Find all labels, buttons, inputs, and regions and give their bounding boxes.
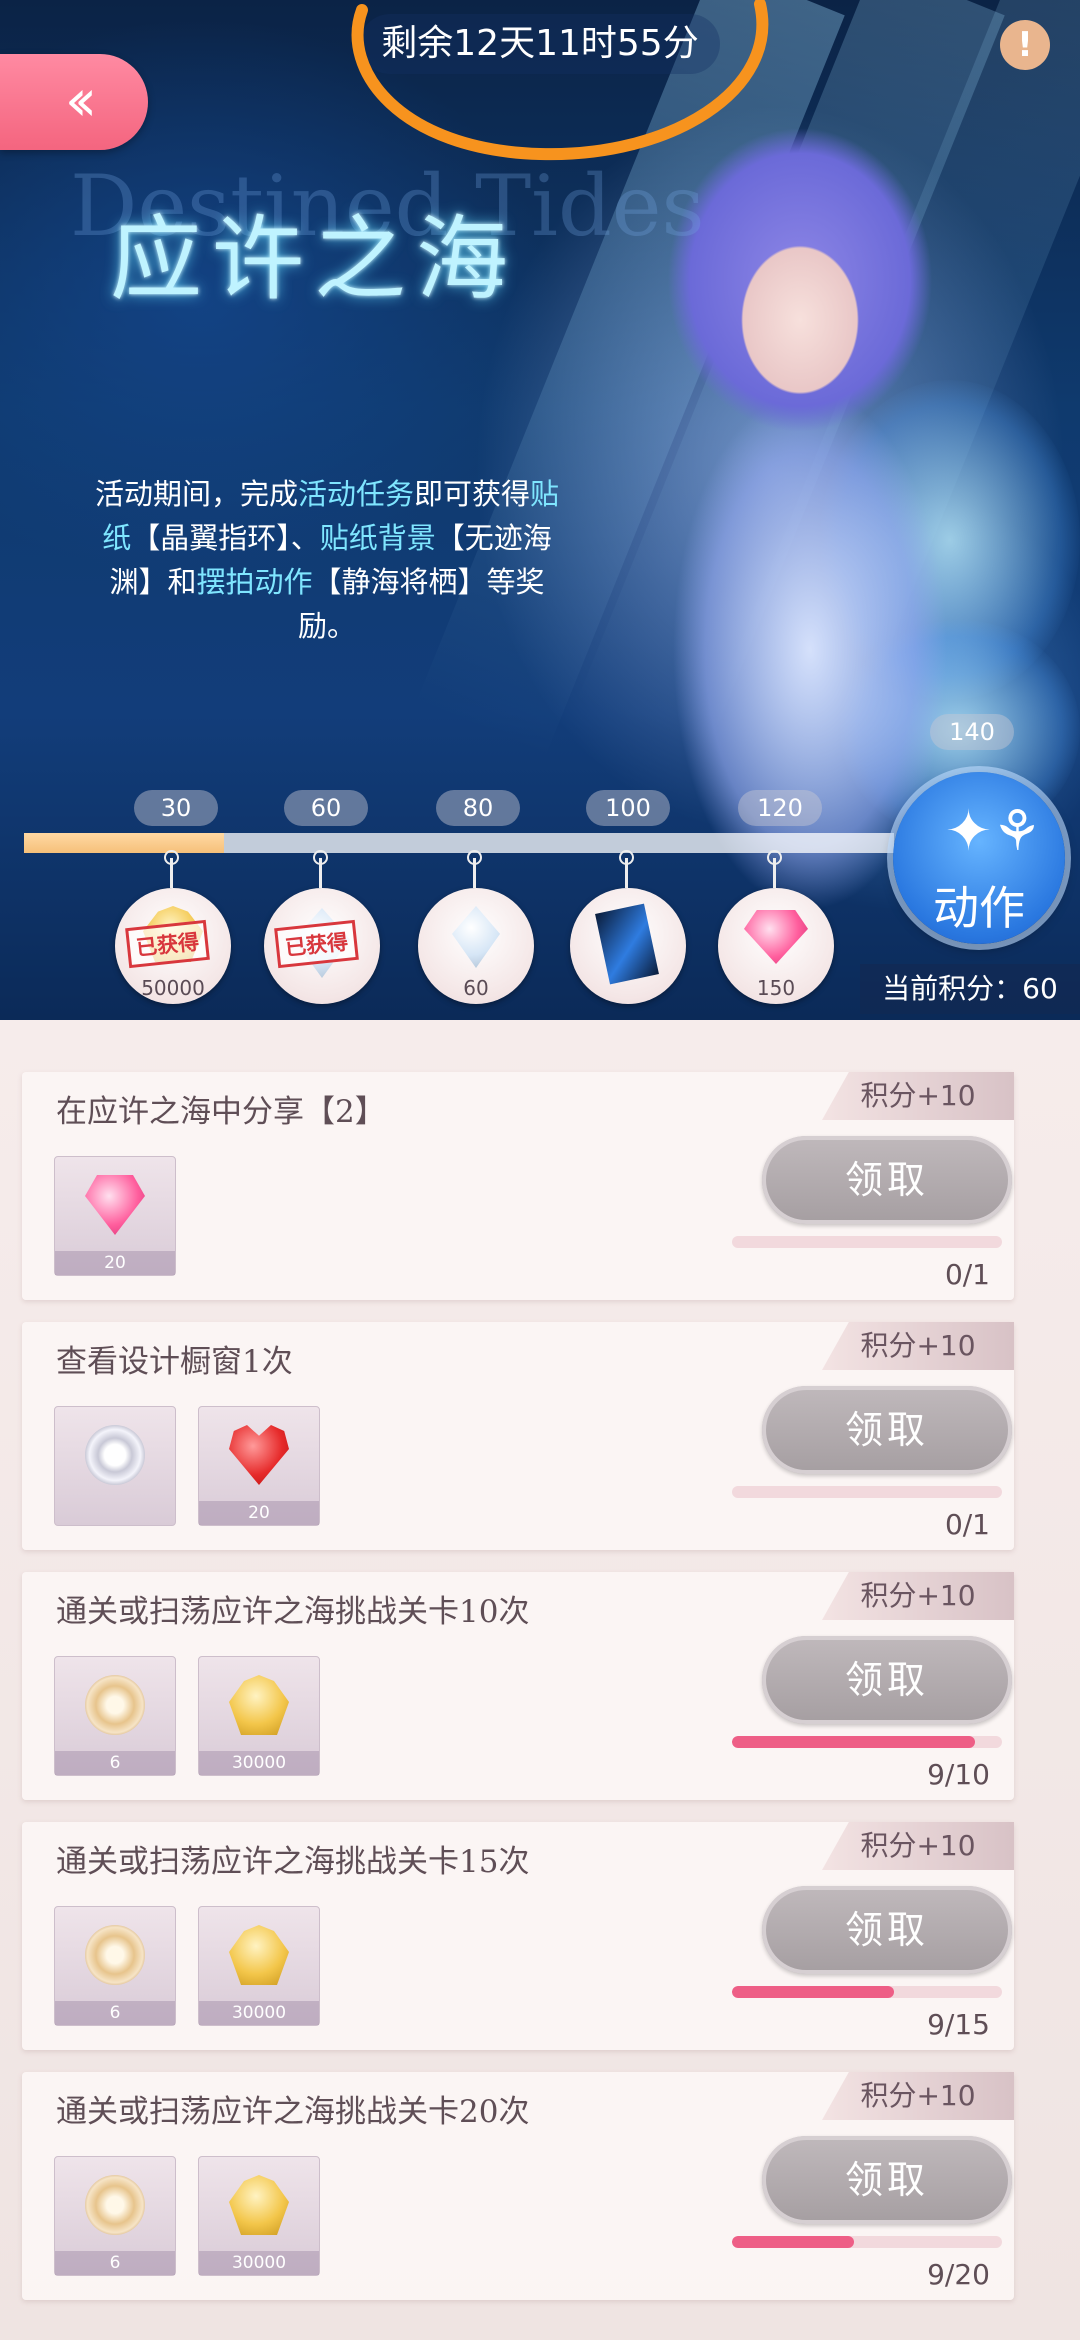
milestone-reward[interactable]: 已获得 50000 [115,850,231,1004]
milestone-score: 30 [134,790,218,826]
milestone-score: 120 [738,790,822,826]
gold-coin-gem-icon [229,1925,289,1985]
task-points-tag: 积分+10 [822,1572,1014,1620]
task-progress-bar [732,2236,1002,2248]
claim-button[interactable]: 领取 [762,1386,1012,1474]
task-progress-bar [732,1736,1002,1748]
double-chevron-left-icon: ‹‹ [64,66,98,134]
event-title-chinese: 应许之海 [110,206,519,313]
item-quantity: 20 [55,1251,175,1275]
milestone-score: 140 [930,714,1014,750]
reward-quantity: 60 [463,976,489,1000]
gold-flower-icon [85,2175,145,2235]
task-progress-fill [732,1736,975,1748]
task-card: 通关或扫荡应许之海挑战关卡20次 积分+10 6 30000 领取 9/20 [22,2072,1014,2300]
task-reward-item[interactable]: 6 [54,2156,176,2276]
task-card: 查看设计橱窗1次 积分+10 20 领取 0/1 [22,1322,1014,1550]
task-reward-item[interactable]: 6 [54,1656,176,1776]
dance-action-label: 动作 [933,881,1025,935]
task-reward-item[interactable]: 30000 [198,2156,320,2276]
white-diamond-icon [452,906,500,968]
reward-quantity: 150 [756,976,796,1000]
task-progress-count: 9/15 [927,2008,990,2041]
task-progress-bar [732,1486,1002,1498]
pink-gem-icon [85,1175,145,1235]
exclamation-icon[interactable]: ! [1000,20,1050,70]
item-quantity: 30000 [199,2001,319,2025]
event-description: 活动期间，完成活动任务即可获得贴纸【晶翼指环】、贴纸背景【无迹海渊】和摆拍动作【… [94,477,560,643]
task-card: 通关或扫荡应许之海挑战关卡10次 积分+10 6 30000 领取 9/10 [22,1572,1014,1800]
claim-button[interactable]: 领取 [762,1136,1012,1224]
item-quantity: 30000 [199,1751,319,1775]
task-reward-item[interactable]: 30000 [198,1656,320,1776]
orange-scribble-annotation [351,0,769,161]
silver-ring-icon [85,1425,145,1485]
item-quantity: 20 [199,1501,319,1525]
task-progress-fill [732,2236,854,2248]
event-banner: Destined Tides 应许之海 活动期间，完成活动任务即可获得贴纸【晶翼… [0,0,1080,1020]
milestone-reward[interactable]: 150 [718,850,834,1004]
task-reward-item[interactable]: 20 [198,1406,320,1526]
task-list: 在应许之海中分享【2】 积分+10 20 领取 0/1 查看设计橱窗1次 积分+… [0,1020,1080,2340]
event-points-progress-fill [24,833,225,853]
task-points-tag: 积分+10 [822,1822,1014,1870]
milestone-score: 60 [284,790,368,826]
item-quantity: 6 [55,1751,175,1775]
blue-card-icon [595,903,659,985]
red-heart-gem-icon [229,1425,289,1485]
task-title: 通关或扫荡应许之海挑战关卡20次 [56,2094,530,2130]
task-title: 查看设计橱窗1次 [56,1344,293,1380]
milestone-reward[interactable]: 60 [418,850,534,1004]
milestone-score: 80 [436,790,520,826]
task-reward-item[interactable]: 6 [54,1906,176,2026]
task-reward-item[interactable]: 20 [54,1156,176,1276]
reward-quantity: 50000 [141,976,205,1000]
item-quantity: 6 [55,2001,175,2025]
task-card: 通关或扫荡应许之海挑战关卡15次 积分+10 6 30000 领取 9/15 [22,1822,1014,2050]
task-points-tag: 积分+10 [822,1322,1014,1370]
task-reward-item[interactable] [54,1406,176,1526]
task-progress-count: 9/10 [927,1758,990,1791]
claimed-stamp: 已获得 [125,919,210,969]
gold-flower-icon [85,1925,145,1985]
gold-coin-gem-icon [229,1675,289,1735]
dancing-people-icon: ✦⚘ [945,799,1043,864]
task-progress-bar [732,1986,1002,1998]
task-card: 在应许之海中分享【2】 积分+10 20 领取 0/1 [22,1072,1014,1300]
task-reward-item[interactable]: 30000 [198,1906,320,2026]
task-progress-count: 0/1 [944,1508,990,1541]
task-title: 通关或扫荡应许之海挑战关卡15次 [56,1844,530,1880]
claimed-stamp: 已获得 [274,919,359,969]
milestone-reward[interactable]: 已获得 [264,850,380,1004]
item-quantity: 30000 [199,2251,319,2275]
milestone-score: 100 [586,790,670,826]
claim-button[interactable]: 领取 [762,1886,1012,1974]
task-points-tag: 积分+10 [822,1072,1014,1120]
claim-button[interactable]: 领取 [762,1636,1012,1724]
task-progress-bar [732,1236,1002,1248]
task-points-tag: 积分+10 [822,2072,1014,2120]
pink-gem-icon [744,910,808,964]
back-button[interactable]: ‹‹ [0,54,148,150]
milestone-reward[interactable] [570,850,686,1004]
item-quantity [55,1501,175,1525]
task-title: 通关或扫荡应许之海挑战关卡10次 [56,1594,530,1630]
task-progress-fill [732,1986,894,1998]
claim-button[interactable]: 领取 [762,2136,1012,2224]
event-points-progress-bar [24,833,894,853]
task-progress-count: 0/1 [944,1258,990,1291]
item-quantity: 6 [55,2251,175,2275]
gold-coin-gem-icon [229,2175,289,2235]
task-progress-count: 9/20 [927,2258,990,2291]
current-score: 当前积分：60 [860,964,1080,1014]
task-title: 在应许之海中分享【2】 [56,1094,386,1130]
gold-flower-icon [85,1675,145,1735]
dance-action-button[interactable]: ✦⚘ 动作 [893,772,1065,944]
